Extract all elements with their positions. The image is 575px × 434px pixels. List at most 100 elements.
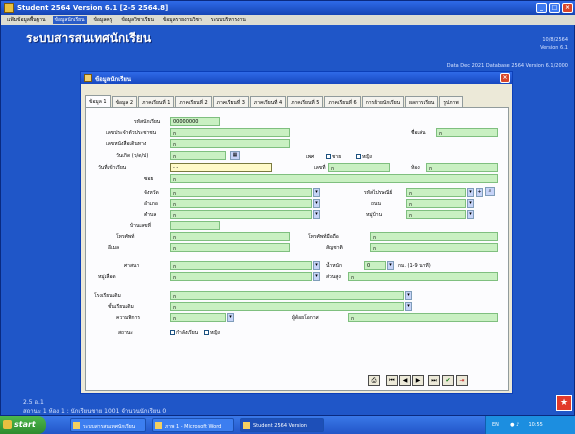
tab-term-2[interactable]: ภาคเรียนที่ 2 bbox=[175, 96, 212, 107]
birth-date-field[interactable]: ก bbox=[170, 151, 226, 160]
menu-item-5[interactable]: ระบบบริหารงาน bbox=[209, 16, 248, 24]
label-postcode: รหัสไปรษณีย์ bbox=[364, 190, 393, 196]
volume-icon[interactable]: ♪ bbox=[516, 422, 519, 428]
school-old-field[interactable]: ก bbox=[170, 291, 404, 300]
app-window: Student 2564 Version 6.1 [2-5 2564.8] _ … bbox=[0, 0, 575, 416]
first-record-button[interactable]: ⏮ bbox=[386, 375, 398, 386]
id-card-field[interactable]: ก bbox=[170, 128, 290, 137]
weight-spin-icon[interactable]: ▾ bbox=[387, 261, 394, 270]
tab-term-6[interactable]: ภาคเรียนที่ 6 bbox=[324, 96, 361, 107]
disadvantaged-field[interactable]: ก bbox=[348, 313, 498, 322]
right-info-1: 10/8/2564 bbox=[542, 37, 568, 43]
dialog-titlebar: ข้อมูลนักเรียน × bbox=[81, 72, 512, 84]
nationality-field[interactable]: ก bbox=[370, 243, 498, 252]
road-field[interactable]: ก bbox=[406, 199, 466, 208]
label-disadvantaged: ผู้ด้อยโอกาส bbox=[292, 315, 319, 321]
room-field[interactable]: ก bbox=[426, 163, 498, 172]
tab-term-4[interactable]: ภาคเรียนที่ 4 bbox=[249, 96, 287, 107]
school-old-dropdown-icon[interactable]: ▾ bbox=[405, 291, 412, 300]
postcode-dropdown-icon[interactable]: ▾ bbox=[467, 188, 474, 197]
menu-item-0[interactable]: แฟ้มข้อมูลพื้นฐาน bbox=[5, 16, 48, 24]
label-nationality: สัญชาติ bbox=[326, 245, 343, 251]
windows-logo-icon bbox=[3, 420, 12, 429]
next-record-button[interactable]: ▶ bbox=[412, 375, 424, 386]
religion-field[interactable]: ก bbox=[170, 261, 312, 270]
label-sex: เพศ bbox=[306, 154, 315, 160]
taskbar-item-2[interactable]: Student 2564 Version bbox=[240, 418, 324, 432]
dialog-close-button[interactable]: × bbox=[500, 73, 510, 83]
app-icon bbox=[4, 3, 14, 13]
close-button[interactable]: × bbox=[562, 3, 573, 13]
network-icon[interactable]: ● bbox=[510, 422, 514, 428]
tab-data-1[interactable]: ข้อมูล 1 bbox=[85, 95, 111, 107]
minimize-button[interactable]: _ bbox=[536, 3, 547, 13]
save-button[interactable]: ✔ bbox=[442, 375, 454, 386]
disability-dropdown-icon[interactable]: ▾ bbox=[227, 313, 234, 322]
village-field[interactable]: ก bbox=[406, 210, 466, 219]
status-other-radio[interactable]: หญิง bbox=[204, 329, 220, 337]
other-label: หญิง bbox=[210, 330, 220, 336]
add-icon[interactable]: + bbox=[476, 188, 483, 197]
distance-unit: กม. (1-9 นาที) bbox=[398, 263, 431, 269]
religion-dropdown-icon[interactable]: ▾ bbox=[313, 261, 320, 270]
nickname-field[interactable]: ก bbox=[436, 128, 498, 137]
disability-field[interactable]: ก bbox=[170, 313, 226, 322]
print-button[interactable]: ⎙ bbox=[368, 375, 380, 386]
menu-item-3[interactable]: ข้อมูลวิชาเรียน bbox=[119, 16, 156, 24]
height-field[interactable]: ก bbox=[348, 272, 498, 281]
weight-field[interactable]: 0 bbox=[364, 261, 386, 270]
district-field[interactable]: ก bbox=[170, 199, 312, 208]
phone-field[interactable]: ก bbox=[170, 232, 290, 241]
tab-term-3[interactable]: ภาคเรียนที่ 3 bbox=[212, 96, 249, 107]
tab-data-2[interactable]: ข้อมูล 2 bbox=[111, 96, 138, 107]
menu-item-4[interactable]: ข้อมูลรายงานวิชา bbox=[161, 16, 204, 24]
sex-male-radio[interactable]: ชาย bbox=[326, 153, 341, 161]
road-dropdown-icon[interactable]: ▾ bbox=[467, 199, 474, 208]
subdistrict-field[interactable]: ก bbox=[170, 210, 312, 219]
tab-photo[interactable]: รูปภาพ bbox=[439, 96, 463, 107]
search-icon[interactable]: ⌕ bbox=[485, 187, 495, 196]
menu-item-2[interactable]: ข้อมูลครู bbox=[92, 16, 115, 24]
language-indicator[interactable]: EN bbox=[492, 422, 499, 428]
passport-field[interactable]: ก bbox=[170, 139, 290, 148]
calendar-icon[interactable]: ▦ bbox=[230, 151, 240, 160]
class-old-field[interactable]: ก bbox=[170, 302, 404, 311]
exit-button[interactable]: ⇥ bbox=[456, 375, 468, 386]
tab-term-1[interactable]: ภาคเรียนที่ 1 bbox=[138, 96, 175, 107]
radio-studying-icon bbox=[170, 330, 175, 335]
tab-transfer[interactable]: การย้ายนักเรียน bbox=[361, 96, 405, 107]
label-phone: โทรศัพท์ bbox=[116, 234, 135, 240]
prev-record-button[interactable]: ◀ bbox=[399, 375, 411, 386]
mobile-field[interactable]: ก bbox=[370, 232, 498, 241]
class-old-dropdown-icon[interactable]: ▾ bbox=[405, 302, 412, 311]
province-field[interactable]: ก bbox=[170, 188, 312, 197]
village-dropdown-icon[interactable]: ▾ bbox=[467, 210, 474, 219]
sex-female-radio[interactable]: หญิง bbox=[356, 153, 372, 161]
province-dropdown-icon[interactable]: ▾ bbox=[313, 188, 320, 197]
number-field[interactable]: ก bbox=[328, 163, 390, 172]
subdistrict-dropdown-icon[interactable]: ▾ bbox=[313, 210, 320, 219]
studying-label: กำลังเรียน bbox=[176, 330, 199, 336]
blood-field[interactable]: ก bbox=[170, 272, 312, 281]
tab-term-5[interactable]: ภาคเรียนที่ 5 bbox=[287, 96, 324, 107]
start-button[interactable]: start bbox=[0, 416, 46, 434]
tab-grades[interactable]: ผลการเรียน bbox=[405, 96, 439, 107]
status-studying-radio[interactable]: กำลังเรียน bbox=[170, 329, 198, 337]
label-road: ถนน bbox=[371, 201, 381, 207]
radio-female-icon bbox=[356, 154, 361, 159]
enroll-date-field[interactable]: - - bbox=[170, 163, 272, 172]
blood-dropdown-icon[interactable]: ▾ bbox=[313, 272, 320, 281]
menu-item-1[interactable]: ข้อมูลนักเรียน bbox=[52, 16, 87, 24]
email-field[interactable]: ก bbox=[170, 243, 290, 252]
address-no-field[interactable] bbox=[170, 221, 220, 230]
label-enroll-date: วันที่เข้าเรียน bbox=[98, 165, 127, 171]
soi-field[interactable]: ก bbox=[170, 174, 498, 183]
taskbar-item-0[interactable]: ระบบสารสนเทศนักเรียน bbox=[70, 418, 146, 432]
student-id-field[interactable]: 00000000 bbox=[170, 117, 220, 126]
clock[interactable]: 10:55 bbox=[528, 422, 542, 428]
last-record-button[interactable]: ⏭ bbox=[428, 375, 440, 386]
district-dropdown-icon[interactable]: ▾ bbox=[313, 199, 320, 208]
postcode-field[interactable]: ก bbox=[406, 188, 466, 197]
taskbar-item-1[interactable]: ภาพ 1 - Microsoft Word bbox=[152, 418, 234, 432]
maximize-button[interactable]: □ bbox=[549, 3, 560, 13]
